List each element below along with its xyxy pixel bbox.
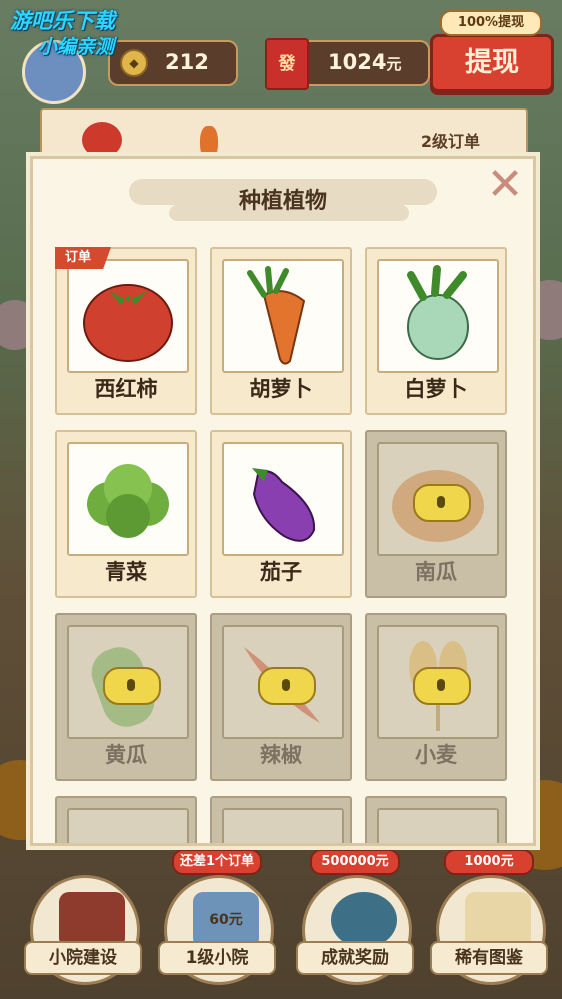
coin-value: 212 <box>165 50 209 74</box>
house-icon <box>59 892 125 948</box>
nav-badge: 500000元 <box>310 849 400 875</box>
nav-label: 成就奖励 <box>296 941 414 975</box>
watermark-line2: 小编亲测 <box>38 36 115 58</box>
cash-unit: 元 <box>386 55 402 73</box>
nav-label: 稀有图鉴 <box>430 941 548 975</box>
nav-rare-collection[interactable]: 1000元 稀有图鉴 <box>430 849 548 987</box>
withdraw-tag: 100%提现 <box>440 10 542 36</box>
greens-icon <box>87 464 169 538</box>
plant-tile <box>377 625 499 739</box>
plant-card-locked[interactable] <box>55 796 197 843</box>
plant-tile <box>222 625 344 739</box>
cash-value: 1024元 <box>328 50 401 74</box>
plant-card-pumpkin[interactable]: 南瓜 <box>365 430 507 598</box>
eggplant-icon <box>252 468 316 542</box>
nav-label: 1级小院 <box>158 941 276 975</box>
radish-icon <box>407 265 469 360</box>
plant-tile <box>222 442 344 556</box>
lock-icon <box>413 484 471 522</box>
plant-tile <box>377 442 499 556</box>
plant-tile <box>222 259 344 373</box>
plant-name: 小麦 <box>415 743 457 767</box>
watermark: 游吧乐下载 小编亲测 <box>10 8 115 60</box>
plant-card-chili[interactable]: 辣椒 <box>210 613 352 781</box>
plant-card-radish[interactable]: 白萝卜 <box>365 247 507 415</box>
nav-badge: 还差1个订单 <box>172 849 262 875</box>
plant-tile <box>67 259 189 373</box>
plant-tile <box>377 808 499 843</box>
plant-card-carrot[interactable]: 胡萝卜 <box>210 247 352 415</box>
plant-name: 辣椒 <box>260 743 302 767</box>
lock-icon <box>258 667 316 705</box>
plant-name: 青菜 <box>105 560 147 584</box>
plant-modal: 种植植物 ✕ 订单 西红柿 胡萝卜 白萝卜 青菜 茄子 南瓜 黄瓜 辣椒 小麦 <box>30 156 536 846</box>
plant-name: 胡萝卜 <box>249 377 313 401</box>
scroll-icon <box>465 892 531 948</box>
withdraw-button[interactable]: 提现 <box>430 34 554 92</box>
nav-yard-build[interactable]: 小院建设 <box>24 875 142 987</box>
plant-name: 黄瓜 <box>105 743 147 767</box>
plant-tile <box>67 625 189 739</box>
plant-card-wheat[interactable]: 小麦 <box>365 613 507 781</box>
plant-name: 西红柿 <box>94 377 158 401</box>
plant-name: 南瓜 <box>415 560 457 584</box>
watermark-line1: 游吧乐下载 <box>10 9 115 33</box>
plant-tile <box>67 442 189 556</box>
nav-label: 小院建设 <box>24 941 142 975</box>
plant-tile <box>67 808 189 843</box>
red-envelope-icon[interactable]: 發 <box>265 38 309 90</box>
lock-icon <box>413 667 471 705</box>
coin-counter: ◆ 212 <box>108 40 238 86</box>
plant-tile <box>377 259 499 373</box>
coin-icon: ◆ <box>120 49 148 77</box>
nav-badge: 1000元 <box>444 849 534 875</box>
nav-yard-level[interactable]: 还差1个订单 60元 1级小院 <box>158 849 276 987</box>
close-icon[interactable]: ✕ <box>485 163 525 207</box>
cash-counter: 1024元 <box>300 40 430 86</box>
plant-card-cucumber[interactable]: 黄瓜 <box>55 613 197 781</box>
tomato-icon <box>82 122 122 158</box>
plant-name: 茄子 <box>260 560 302 584</box>
plant-card-locked[interactable] <box>365 796 507 843</box>
carrot-icon <box>247 266 306 365</box>
plant-card-tomato[interactable]: 订单 西红柿 <box>55 247 197 415</box>
order-tag: 订单 <box>55 247 111 269</box>
gate-icon: 60元 <box>193 892 259 948</box>
plant-card-greens[interactable]: 青菜 <box>55 430 197 598</box>
plant-card-eggplant[interactable]: 茄子 <box>210 430 352 598</box>
order-level: 2级订单 <box>420 132 480 151</box>
plant-card-locked[interactable] <box>210 796 352 843</box>
money-bag-icon <box>331 892 397 948</box>
gate-price: 60元 <box>209 912 243 928</box>
nav-achievement[interactable]: 500000元 成就奖励 <box>296 849 414 987</box>
cash-amount: 1024 <box>328 50 387 74</box>
modal-title: 种植植物 <box>238 189 327 214</box>
plant-tile <box>222 808 344 843</box>
lock-icon <box>103 667 161 705</box>
plant-name: 白萝卜 <box>404 377 468 401</box>
tomato-icon <box>83 284 173 362</box>
